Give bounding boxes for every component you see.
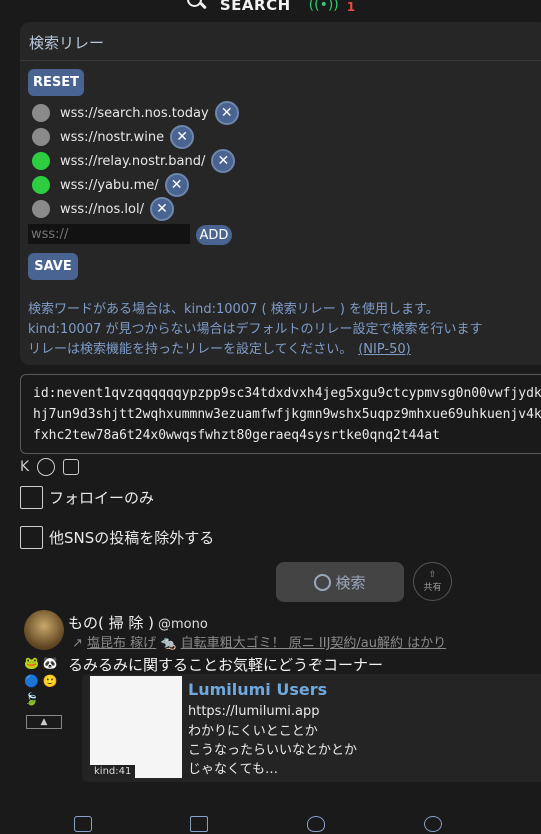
author-name[interactable]: もの( 掃 除 ) (68, 614, 154, 632)
relay-url-input[interactable] (28, 224, 190, 244)
relay-status-dot (32, 152, 50, 170)
relay-item: wss://yabu.me/ ✕ (32, 173, 189, 197)
heart-icon[interactable] (307, 816, 325, 832)
share-button[interactable]: ⇧ 共有 (413, 562, 452, 601)
emoji-icon: 🐀 (160, 636, 177, 651)
kind-label: kind:41 (90, 765, 136, 778)
divider (20, 60, 541, 61)
exclude-sns-label: 他SNSの投稿を除外する (49, 529, 215, 547)
repost-author[interactable]: 塩昆布 稼げ (87, 636, 156, 651)
followee-only-label: フォロイーのみ (49, 489, 155, 507)
card-desc-line: こうなったらいいなとかとか (188, 743, 358, 758)
repost-line: ↗ 塩昆布 稼げ 🐀 自転車粗大ゴミ！ 原ニ IIJ契約/au解約 はかり (72, 632, 541, 651)
query-line: fxhc2tew78a6t24x0wwqsfwhzt80geraeq4sysrt… (33, 428, 440, 443)
relay-count-badge: 1 (346, 0, 356, 14)
add-relay-button[interactable]: ADD (196, 225, 232, 245)
remove-relay-button[interactable]: ✕ (149, 197, 174, 221)
relay-status-dot (32, 200, 50, 218)
reaction-icons: 🐸 🐼 🔵 🙂 🍃 (24, 654, 64, 708)
relay-status-dot (32, 176, 50, 194)
reset-button[interactable]: RESET (28, 69, 84, 96)
card-title: Lumilumi Users (188, 680, 328, 699)
relay-url: wss://nos.lol/ (60, 201, 144, 217)
note-actions (0, 812, 541, 834)
reply-icon[interactable] (74, 816, 92, 832)
repost-icon[interactable] (190, 816, 208, 832)
search-relay-panel: 検索リレー RESET wss://search.nos.today ✕ wss… (20, 22, 541, 365)
calendar-icon[interactable] (63, 459, 80, 475)
relay-status-dot (32, 128, 50, 146)
remove-relay-button[interactable]: ✕ (211, 149, 236, 173)
remove-relay-button[interactable]: ✕ (164, 173, 189, 197)
emoji-icon[interactable]: 🔵 🙂 (24, 672, 64, 690)
repost-author-2[interactable]: 自転車粗大ゴミ！ 原ニ IIJ契約/au解約 はかり (181, 636, 447, 651)
search-icon[interactable] (186, 0, 207, 12)
relay-item: wss://search.nos.today ✕ (32, 101, 239, 125)
link-preview-card[interactable]: kind:41 Lumilumi Users https://lumilumi.… (82, 674, 541, 782)
query-line: hj7un9d3shjtt2wqhxummnw3ezuamfwfjkgmn9ws… (33, 407, 541, 422)
search-query-field[interactable]: id:nevent1qvzqqqqqqypzpp9sc34tdxdvxh4jeg… (20, 374, 541, 454)
exclude-sns-checkbox[interactable] (20, 526, 43, 549)
card-desc-line: わかりにくいとことか (188, 724, 318, 739)
note-line: 検索ワードがある場合は、kind:10007 ( 検索リレー ) を使用します。 (28, 302, 439, 317)
antenna-icon[interactable]: ((•)) (309, 0, 339, 13)
nip50-link[interactable]: (NIP-50) (358, 342, 411, 357)
note-line: kind:10007 が見つからない場合はデフォルトのリレー設定で検索を行います (28, 322, 483, 337)
card-description: わかりにくいとことか こうなったらいいなとかとか じゃなくても… (188, 722, 357, 779)
relay-url: wss://relay.nostr.band/ (60, 153, 206, 169)
remove-relay-button[interactable]: ✕ (170, 125, 195, 149)
remove-relay-button[interactable]: ✕ (214, 101, 239, 125)
emoji-icon[interactable] (37, 458, 56, 476)
followee-only-checkbox[interactable] (20, 486, 43, 509)
panel-title: 検索リレー (29, 34, 105, 52)
search-icon (314, 573, 332, 591)
emoji-icon[interactable]: 🐸 🐼 (24, 654, 64, 672)
exclude-sns-row[interactable]: 他SNSの投稿を除外する (20, 526, 214, 549)
share-label: 共有 (423, 583, 442, 593)
search-button[interactable]: 検索 (276, 562, 404, 602)
author-handle: @mono (158, 617, 208, 632)
note-line: リレーは検索機能を持ったリレーを設定してください。 (28, 342, 353, 357)
card-url: https://lumilumi.app (188, 704, 320, 719)
relay-item: wss://relay.nostr.band/ ✕ (32, 149, 236, 173)
collapse-toggle[interactable]: ▲ (26, 715, 62, 729)
relay-status-dot (32, 104, 50, 122)
search-title: SEARCH (219, 0, 291, 14)
followee-only-row[interactable]: フォロイーのみ (20, 486, 154, 509)
author-line: もの( 掃 除 ) @mono (68, 612, 208, 633)
query-line: id:nevent1qvzqqqqqqypzpp9sc34tdxdvxh4jeg… (33, 386, 541, 401)
relay-url: wss://nostr.wine (60, 129, 165, 145)
repost-icon: ↗ (72, 636, 83, 651)
relay-url: wss://yabu.me/ (60, 177, 159, 193)
note-line-3: リレーは検索機能を持ったリレーを設定してください。 (NIP-50) (28, 340, 483, 360)
emoji-icon[interactable]: 🍃 (24, 690, 64, 708)
kind-toolbar: K (20, 458, 80, 476)
kind-button[interactable]: K (20, 459, 29, 475)
relay-notes: 検索ワードがある場合は、kind:10007 ( 検索リレー ) を使用します。… (28, 300, 483, 360)
relay-url: wss://search.nos.today (60, 105, 209, 121)
card-thumbnail: kind:41 (90, 676, 182, 778)
relay-item: wss://nos.lol/ ✕ (32, 197, 174, 221)
avatar[interactable] (24, 610, 64, 650)
search-button-label: 検索 (335, 573, 366, 592)
emoji-reaction-icon[interactable] (424, 816, 442, 832)
card-desc-line: じゃなくても… (188, 762, 278, 777)
top-bar: SEARCH ((•)) 1 (0, 0, 541, 16)
share-icon: ⇧ (428, 570, 437, 580)
note-content: るみるみに関することお気軽にどうぞコーナー (68, 656, 384, 674)
save-button[interactable]: SAVE (28, 253, 78, 280)
relay-item: wss://nostr.wine ✕ (32, 125, 195, 149)
